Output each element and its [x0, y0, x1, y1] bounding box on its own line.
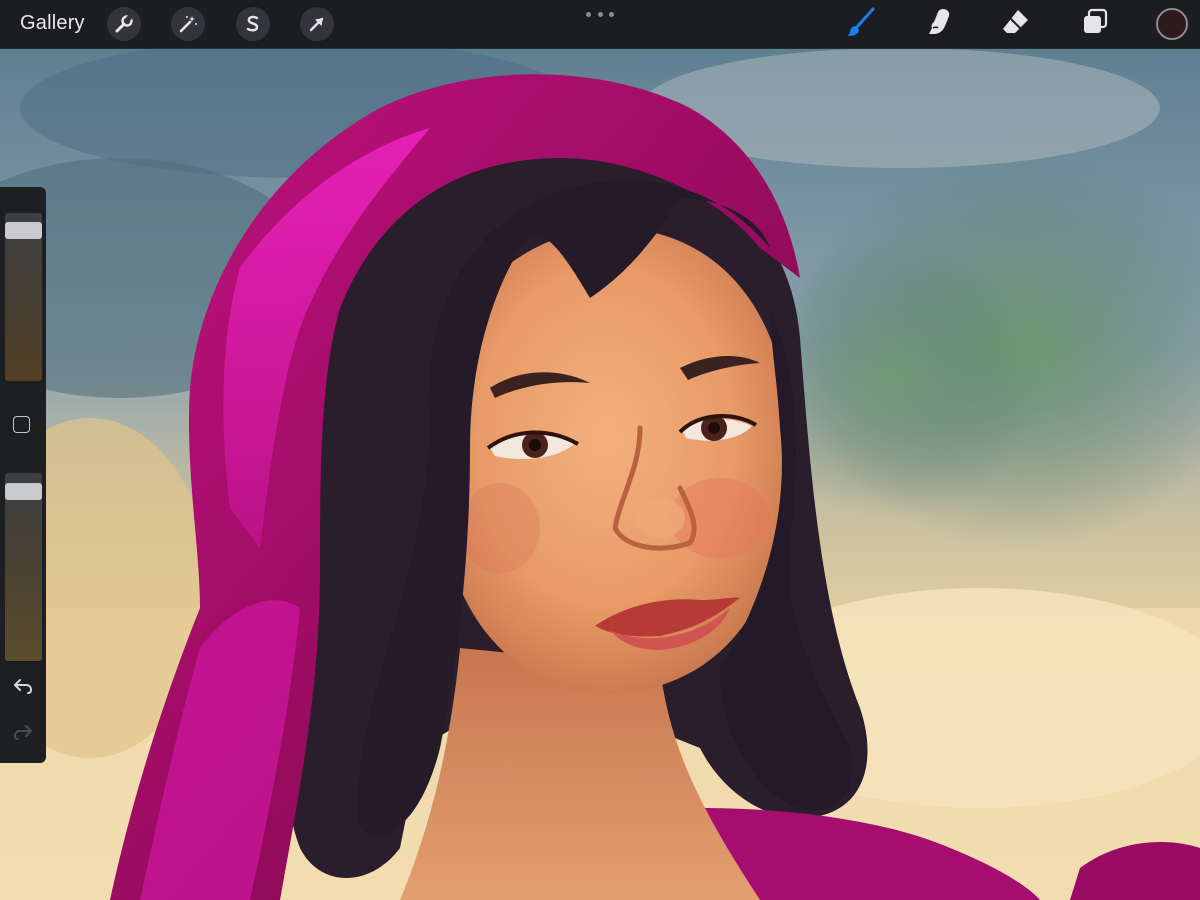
magic-wand-icon	[178, 14, 198, 34]
eraser-button[interactable]	[998, 6, 1034, 42]
brush-opacity-slider[interactable]	[5, 473, 42, 661]
redo-button[interactable]	[10, 723, 36, 745]
drawing-canvas[interactable]	[0, 48, 1200, 900]
square-modify-icon[interactable]	[13, 416, 30, 433]
undo-button[interactable]	[10, 677, 36, 699]
actions-button[interactable]	[107, 7, 141, 41]
redo-arrow-icon	[12, 723, 34, 746]
adjustments-button[interactable]	[171, 7, 205, 41]
brush-button[interactable]	[843, 6, 879, 42]
undo-arrow-icon	[12, 677, 34, 700]
selection-button[interactable]	[236, 7, 270, 41]
top-toolbar: Gallery	[0, 0, 1200, 49]
more-dots-icon[interactable]	[586, 8, 614, 20]
brush-size-thumb[interactable]	[5, 222, 42, 240]
left-sidebar	[0, 187, 46, 763]
painted-portrait	[0, 48, 1200, 900]
wrench-icon	[114, 14, 134, 34]
smudge-finger-icon	[923, 6, 955, 43]
brush-size-slider[interactable]	[5, 213, 42, 381]
smudge-button[interactable]	[921, 6, 957, 42]
color-picker-swatch[interactable]	[1156, 8, 1188, 40]
layers-button[interactable]	[1077, 6, 1113, 42]
transform-button[interactable]	[300, 7, 334, 41]
eraser-icon	[1000, 6, 1032, 43]
layers-icon	[1080, 7, 1110, 42]
arrow-cursor-icon	[307, 14, 327, 34]
brush-opacity-thumb[interactable]	[5, 483, 42, 501]
gallery-button[interactable]: Gallery	[20, 12, 85, 35]
procreate-app: Gallery	[0, 0, 1200, 900]
brush-icon	[844, 5, 878, 44]
selection-s-icon	[243, 14, 263, 34]
